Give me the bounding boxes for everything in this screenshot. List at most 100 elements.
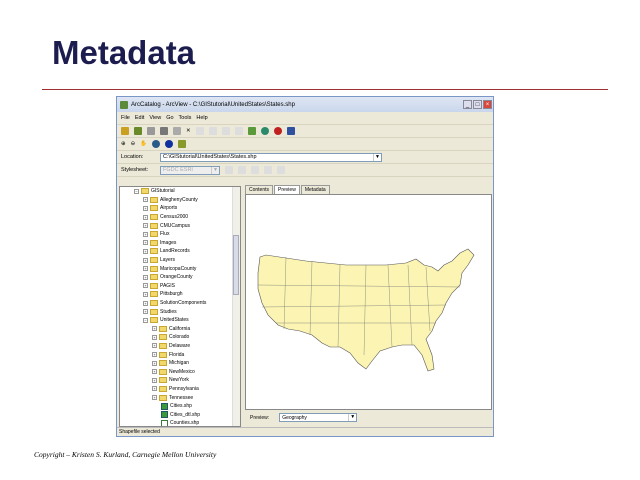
import-icon[interactable] [251,166,259,174]
tree-item[interactable]: + PAGIS [120,282,240,291]
menu-go[interactable]: Go [166,115,173,121]
expand-toggle-icon[interactable]: + [152,343,157,349]
tree-item[interactable]: + Airports [120,204,240,213]
tree-item[interactable]: + Images [120,239,240,248]
expand-toggle-icon[interactable]: − [134,188,139,194]
properties-icon[interactable] [238,166,246,174]
connect-folder-icon[interactable] [134,127,142,135]
location-input[interactable]: C:\GIStutorial\UnitedStates\States.shp ▼ [160,152,382,162]
expand-toggle-icon[interactable]: + [152,369,157,375]
expand-toggle-icon[interactable]: + [143,300,148,306]
preview-type-select[interactable]: Geography ▼ [279,413,358,422]
tree-item[interactable]: + Colorado [120,333,240,342]
model-icon[interactable] [273,127,282,135]
expand-toggle-icon[interactable]: + [143,214,148,220]
tree-item[interactable]: + Layers [120,256,240,265]
expand-toggle-icon[interactable]: + [152,360,157,366]
expand-toggle-icon[interactable]: − [143,317,148,323]
tree-item[interactable]: + Delaware [120,342,240,351]
expand-toggle-icon[interactable]: + [143,205,148,211]
tab-metadata[interactable]: Metadata [300,185,330,194]
copy-icon[interactable] [160,127,168,135]
export-icon[interactable] [264,166,272,174]
pan-icon[interactable]: ✋ [140,141,147,147]
tree-item[interactable]: + SolutionComponents [120,299,240,308]
tree-item[interactable]: + Studies [120,307,240,316]
disconnect-folder-icon[interactable] [147,127,155,135]
list-icon[interactable] [208,127,217,135]
close-button[interactable]: × [483,100,492,109]
tree-item[interactable]: + MaricopaCounty [120,264,240,273]
tree-item[interactable]: + Census2000 [120,213,240,222]
tab-contents[interactable]: Contents [245,185,274,194]
menu-edit[interactable]: Edit [135,115,144,121]
menu-help[interactable]: Help [196,115,207,121]
large-icons-icon[interactable] [195,127,204,135]
tree-item[interactable]: + NewYork [120,376,240,385]
paste-icon[interactable] [173,127,181,135]
expand-toggle-icon[interactable]: + [143,283,148,289]
catalog-tree[interactable]: − GIStutorial + AlleghenyCounty + Airports + Ce… [119,186,241,427]
details-icon[interactable] [221,127,230,135]
tree-item[interactable]: + California [120,325,240,334]
tree-item[interactable]: − UnitedStates [120,316,240,325]
tree-item[interactable]: − GIStutorial [120,187,240,196]
whats-this-icon[interactable] [286,127,295,135]
tree-item[interactable]: + Pennsylvania [120,385,240,394]
chevron-down-icon[interactable]: ▼ [348,414,356,421]
menu-file[interactable]: File [121,115,130,121]
tree-item[interactable]: Counties.shp [120,419,240,426]
identify-icon[interactable] [165,140,174,148]
tree-item[interactable]: + Tennessee [120,393,240,402]
expand-toggle-icon[interactable]: + [143,291,148,297]
scrollbar-thumb[interactable] [233,235,239,295]
preview-pane[interactable] [245,194,492,410]
expand-toggle-icon[interactable]: + [143,309,148,315]
tree-item[interactable]: + Florida [120,350,240,359]
chevron-down-icon[interactable]: ▼ [211,166,219,174]
tree-item[interactable]: Cities_dtl.shp [120,410,240,419]
create-thumbnail-icon[interactable] [178,140,187,148]
menu-tools[interactable]: Tools [179,115,192,121]
minimize-button[interactable]: _ [463,100,472,109]
expand-toggle-icon[interactable]: + [152,326,157,332]
tree-item[interactable]: + Michigan [120,359,240,368]
arctoolbox-icon[interactable] [260,127,269,135]
tree-item[interactable]: + OrangeCounty [120,273,240,282]
menu-view[interactable]: View [149,115,161,121]
expand-toggle-icon[interactable]: + [143,223,148,229]
expand-toggle-icon[interactable]: + [143,274,148,280]
tree-item[interactable]: + Pittsburgh [120,290,240,299]
tab-preview[interactable]: Preview [274,185,300,194]
thumbnails-icon[interactable] [234,127,243,135]
tree-item[interactable]: + AlleghenyCounty [120,196,240,205]
expand-toggle-icon[interactable]: + [143,240,148,246]
expand-toggle-icon[interactable]: + [152,352,157,358]
tree-item[interactable]: + LandRecords [120,247,240,256]
zoom-in-icon[interactable]: ⊕ [121,141,126,147]
launch-arcmap-icon[interactable] [247,127,256,135]
tree-item[interactable]: Cities.shp [120,402,240,411]
full-extent-icon[interactable] [152,140,161,148]
tree-item[interactable]: + Flux [120,230,240,239]
tree-item[interactable]: + CMUCampus [120,221,240,230]
maximize-button[interactable]: □ [473,100,482,109]
expand-toggle-icon[interactable]: + [152,334,157,340]
chevron-down-icon[interactable]: ▼ [373,153,381,161]
delete-icon[interactable]: ✕ [186,128,191,134]
tree-item[interactable]: + NewMexico [120,367,240,376]
zoom-out-icon[interactable]: ⊖ [131,141,136,147]
expand-toggle-icon[interactable]: + [143,197,148,203]
tree-scrollbar[interactable] [232,187,240,426]
expand-toggle-icon[interactable]: + [152,377,157,383]
expand-toggle-icon[interactable]: + [152,395,157,401]
expand-toggle-icon[interactable]: + [143,248,148,254]
edit-metadata-icon[interactable] [225,166,233,174]
expand-toggle-icon[interactable]: + [152,386,157,392]
up-level-icon[interactable] [121,127,129,135]
expand-toggle-icon[interactable]: + [143,266,148,272]
update-icon[interactable] [277,166,285,174]
expand-toggle-icon[interactable]: + [143,231,148,237]
stylesheet-select[interactable]: FGDC ESRI ▼ [160,165,220,175]
expand-toggle-icon[interactable]: + [143,257,148,263]
